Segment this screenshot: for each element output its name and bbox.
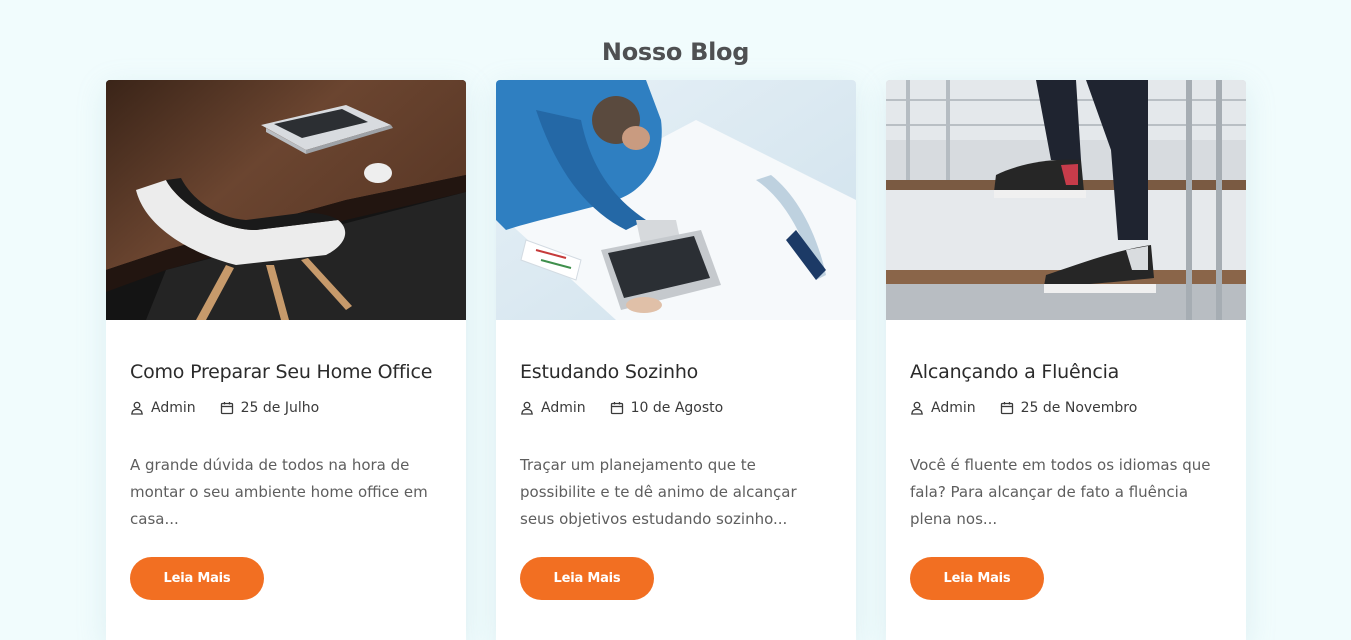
post-excerpt: Traçar um planejamento que te possibilit… (520, 456, 797, 528)
calendar-icon (1000, 401, 1014, 415)
post-date: 25 de Julho (220, 400, 320, 416)
user-icon (520, 401, 534, 415)
post-image[interactable] (496, 80, 856, 320)
post-image-studying (496, 80, 856, 320)
blog-card: Alcançando a Fluência Admin 25 de Novemb… (886, 80, 1246, 640)
post-date: 10 de Agosto (610, 400, 724, 416)
section-title: Nosso Blog (601, 37, 750, 66)
user-icon (130, 401, 144, 415)
blog-card: Estudando Sozinho Admin 10 de Agosto Tra… (496, 80, 856, 640)
post-author: Admin (910, 400, 976, 416)
post-author-name: Admin (541, 400, 586, 416)
post-title[interactable]: Estudando Sozinho (520, 358, 850, 386)
post-title[interactable]: Alcançando a Fluência (910, 358, 1240, 386)
calendar-icon (610, 401, 624, 415)
post-author-name: Admin (151, 400, 196, 416)
user-icon (910, 401, 924, 415)
post-image[interactable] (106, 80, 466, 320)
read-more-button[interactable]: Leia Mais (910, 557, 1044, 600)
read-more-button[interactable]: Leia Mais (520, 557, 654, 600)
post-date-text: 10 de Agosto (630, 400, 724, 416)
post-title[interactable]: Como Preparar Seu Home Office (130, 358, 460, 386)
calendar-icon (220, 401, 234, 415)
post-author: Admin (520, 400, 586, 416)
post-meta: Admin 25 de Novembro (910, 398, 1137, 418)
post-date: 25 de Novembro (1000, 400, 1138, 416)
post-author-name: Admin (931, 400, 976, 416)
post-excerpt: Você é fluente em todos os idiomas que f… (910, 456, 1211, 528)
read-more-button[interactable]: Leia Mais (130, 557, 264, 600)
post-date-text: 25 de Julho (240, 400, 320, 416)
post-meta: Admin 25 de Julho (130, 398, 319, 418)
blog-cards: Como Preparar Seu Home Office Admin 25 d… (106, 80, 1246, 640)
post-image-home-office (106, 80, 466, 320)
blog-card: Como Preparar Seu Home Office Admin 25 d… (106, 80, 466, 640)
post-excerpt: A grande dúvida de todos na hora de mont… (130, 456, 428, 528)
post-image[interactable] (886, 80, 1246, 320)
post-date-text: 25 de Novembro (1020, 400, 1138, 416)
post-author: Admin (130, 400, 196, 416)
post-meta: Admin 10 de Agosto (520, 398, 723, 418)
post-image-stairs (886, 80, 1246, 320)
